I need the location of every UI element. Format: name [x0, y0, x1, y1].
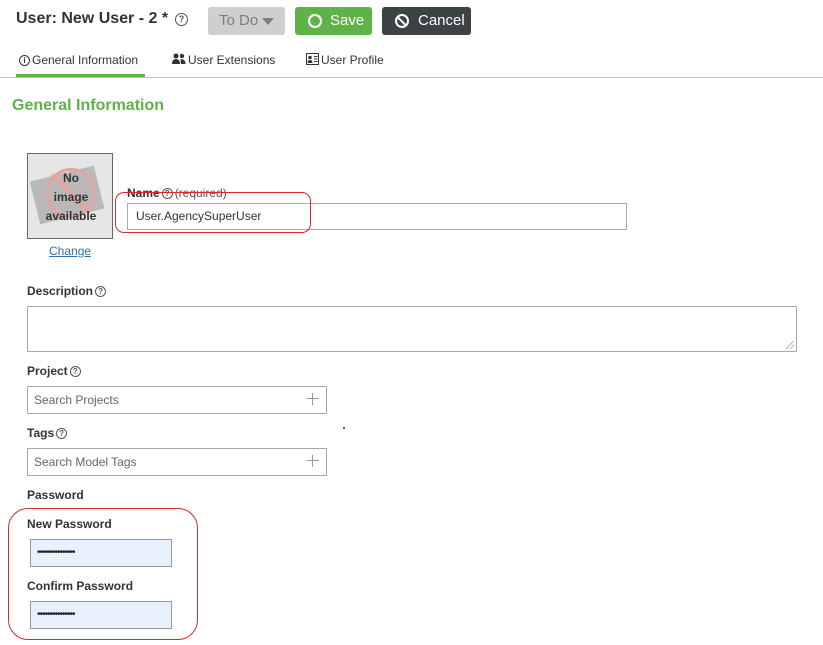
project-label-text: Project — [27, 364, 68, 378]
save-button[interactable]: Save — [295, 7, 372, 35]
project-search-input[interactable]: Search Projects — [27, 386, 327, 414]
info-icon: i — [19, 55, 30, 67]
tab-label: User Extensions — [188, 53, 276, 67]
placeholder-line: image — [53, 190, 89, 204]
user-photo[interactable]: No image available — [27, 153, 113, 239]
status-label: To Do — [219, 12, 259, 29]
help-icon[interactable]: ? — [175, 13, 188, 26]
cancel-label: Cancel — [418, 12, 465, 29]
help-icon[interactable]: ? — [69, 366, 81, 378]
description-textarea[interactable] — [27, 306, 797, 352]
description-label: Description? — [27, 284, 108, 298]
placeholder-line: available — [45, 209, 97, 223]
name-highlight — [115, 192, 311, 233]
status-dropdown-button[interactable]: To Do — [208, 7, 285, 35]
plus-icon[interactable] — [307, 455, 319, 467]
project-label: Project? — [27, 364, 83, 378]
ban-icon — [395, 14, 409, 28]
photo-placeholder-text: No image available — [28, 169, 112, 226]
change-photo-link[interactable]: Change — [49, 244, 91, 258]
plus-icon[interactable] — [307, 393, 319, 405]
save-label: Save — [330, 12, 365, 29]
tags-label-text: Tags — [27, 426, 55, 440]
help-icon[interactable]: ? — [56, 428, 68, 440]
tags-label: Tags? — [27, 426, 69, 440]
stray-dot — [343, 427, 345, 429]
resize-handle-icon[interactable] — [786, 341, 794, 349]
page-title: User: New User - 2 * — [16, 10, 169, 27]
profile-card-icon — [306, 53, 319, 68]
cancel-button[interactable]: Cancel — [382, 7, 471, 35]
tab-label: General Information — [32, 53, 139, 67]
tab-user-extensions[interactable]: User Extensions — [172, 53, 275, 77]
help-icon[interactable]: ? — [95, 286, 107, 298]
tab-user-profile[interactable]: User Profile — [306, 53, 384, 77]
tab-general-information[interactable]: i General Information — [16, 53, 145, 77]
project-placeholder: Search Projects — [34, 393, 119, 407]
tags-search-input[interactable]: Search Model Tags — [27, 448, 327, 476]
placeholder-line: No — [63, 171, 79, 185]
password-highlight — [8, 508, 198, 640]
description-label-text: Description — [27, 284, 94, 298]
tags-placeholder: Search Model Tags — [34, 455, 137, 469]
password-heading: Password — [27, 488, 84, 502]
tab-label: User Profile — [321, 53, 384, 67]
tabs-divider — [0, 77, 823, 78]
users-icon — [172, 53, 186, 68]
caret-down-icon — [262, 18, 274, 25]
circle-icon — [308, 14, 322, 28]
section-title: General Information — [12, 97, 165, 114]
